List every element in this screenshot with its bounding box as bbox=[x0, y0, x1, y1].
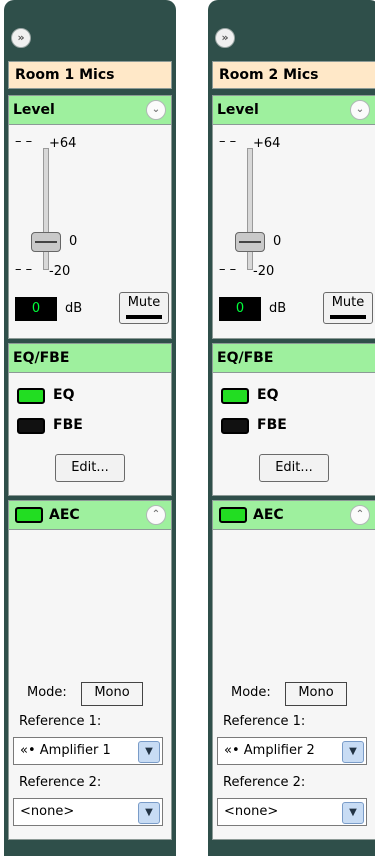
db-unit-label: dB bbox=[65, 301, 83, 316]
level-panel: Level ⌄ – – +64 0 – – -20 0 dB Mute bbox=[212, 95, 375, 339]
mute-button[interactable]: Mute bbox=[323, 292, 373, 324]
mute-button[interactable]: Mute bbox=[119, 292, 169, 324]
tick-mark-bottom: – – bbox=[219, 262, 237, 277]
level-header[interactable]: Level ⌄ bbox=[9, 96, 171, 125]
mode-selector[interactable]: Mono bbox=[285, 682, 347, 706]
aec-title: AEC bbox=[49, 507, 80, 523]
reference-1-text: Amplifier 1 bbox=[39, 743, 111, 758]
dropdown-arrow-icon[interactable]: ▼ bbox=[342, 741, 364, 763]
fader-handle[interactable] bbox=[31, 232, 61, 252]
tick-label-bottom: -20 bbox=[253, 264, 275, 279]
dropdown-arrow-icon[interactable]: ▼ bbox=[138, 741, 160, 763]
reference-1-value: «• Amplifier 2 bbox=[224, 743, 340, 758]
tick-mark-bottom: – – bbox=[15, 262, 33, 277]
collapse-down-icon[interactable]: ⌄ bbox=[350, 100, 370, 120]
eq-label: EQ bbox=[53, 387, 75, 403]
eq-fbe-title: EQ/FBE bbox=[217, 350, 274, 366]
aec-title: AEC bbox=[253, 507, 284, 523]
aec-panel: AEC ⌃ Mode: Mono Reference 1: «• Amplifi… bbox=[8, 500, 172, 840]
aec-toggle[interactable] bbox=[219, 507, 247, 523]
eq-toggle[interactable] bbox=[17, 388, 45, 404]
mute-label: Mute bbox=[331, 295, 365, 310]
eq-fbe-header: EQ/FBE bbox=[213, 344, 375, 373]
expand-icon[interactable]: » bbox=[11, 28, 31, 48]
level-readout[interactable]: 0 bbox=[219, 297, 261, 321]
speaker-icon: «• bbox=[224, 743, 240, 758]
aec-panel: AEC ⌃ Mode: Mono Reference 1: «• Amplifi… bbox=[212, 500, 375, 840]
reference-2-select[interactable]: <none> ▼ bbox=[13, 798, 163, 826]
reference-2-value: <none> bbox=[224, 804, 279, 819]
dropdown-arrow-icon[interactable]: ▼ bbox=[342, 802, 364, 824]
edit-button[interactable]: Edit... bbox=[55, 454, 125, 482]
aec-header[interactable]: AEC ⌃ bbox=[9, 501, 171, 530]
tick-label-mid: 0 bbox=[273, 234, 282, 249]
eq-toggle[interactable] bbox=[221, 388, 249, 404]
level-title: Level bbox=[13, 102, 55, 118]
aec-toggle[interactable] bbox=[15, 507, 43, 523]
mute-indicator bbox=[126, 315, 162, 319]
dropdown-arrow-icon[interactable]: ▼ bbox=[138, 802, 160, 824]
reference-2-value: <none> bbox=[20, 804, 75, 819]
channel-strip-room-1: » Room 1 Mics Level ⌄ – – +64 0 – – -20 … bbox=[4, 0, 176, 856]
reference-2-label: Reference 2: bbox=[19, 775, 102, 790]
reference-2-select[interactable]: <none> ▼ bbox=[217, 798, 367, 826]
reference-1-select[interactable]: «• Amplifier 1 ▼ bbox=[13, 737, 163, 765]
reference-1-label: Reference 1: bbox=[19, 714, 102, 729]
speaker-icon: «• bbox=[20, 743, 36, 758]
fbe-label: FBE bbox=[257, 417, 287, 433]
reference-1-text: Amplifier 2 bbox=[243, 743, 315, 758]
collapse-down-icon[interactable]: ⌄ bbox=[146, 100, 166, 120]
eq-label: EQ bbox=[257, 387, 279, 403]
mode-label: Mode: bbox=[27, 685, 67, 700]
eq-fbe-panel: EQ/FBE EQ FBE Edit... bbox=[8, 343, 172, 496]
tick-mark-top: – – bbox=[15, 134, 33, 149]
reference-1-value: «• Amplifier 1 bbox=[20, 743, 136, 758]
mute-indicator bbox=[330, 315, 366, 319]
edit-button[interactable]: Edit... bbox=[259, 454, 329, 482]
eq-fbe-panel: EQ/FBE EQ FBE Edit... bbox=[212, 343, 375, 496]
expand-icon[interactable]: » bbox=[215, 28, 235, 48]
tick-mark-top: – – bbox=[219, 134, 237, 149]
mode-selector[interactable]: Mono bbox=[81, 682, 143, 706]
eq-fbe-title: EQ/FBE bbox=[13, 350, 70, 366]
strip-name: Room 2 Mics bbox=[212, 61, 375, 89]
reference-1-label: Reference 1: bbox=[223, 714, 306, 729]
tick-label-top: +64 bbox=[49, 136, 77, 151]
tick-label-bottom: -20 bbox=[49, 264, 71, 279]
db-unit-label: dB bbox=[269, 301, 287, 316]
fader-handle[interactable] bbox=[235, 232, 265, 252]
fbe-toggle[interactable] bbox=[17, 418, 45, 434]
fbe-toggle[interactable] bbox=[221, 418, 249, 434]
tick-label-top: +64 bbox=[253, 136, 281, 151]
collapse-up-icon[interactable]: ⌃ bbox=[146, 505, 166, 525]
level-title: Level bbox=[217, 102, 259, 118]
mute-label: Mute bbox=[127, 295, 161, 310]
strip-name: Room 1 Mics bbox=[8, 61, 172, 89]
tick-label-mid: 0 bbox=[69, 234, 78, 249]
fbe-label: FBE bbox=[53, 417, 83, 433]
reference-2-label: Reference 2: bbox=[223, 775, 306, 790]
aec-header[interactable]: AEC ⌃ bbox=[213, 501, 375, 530]
eq-fbe-header: EQ/FBE bbox=[9, 344, 171, 373]
mode-label: Mode: bbox=[231, 685, 271, 700]
reference-1-select[interactable]: «• Amplifier 2 ▼ bbox=[217, 737, 367, 765]
collapse-up-icon[interactable]: ⌃ bbox=[350, 505, 370, 525]
level-panel: Level ⌄ – – +64 0 – – -20 0 dB Mute bbox=[8, 95, 172, 339]
level-header[interactable]: Level ⌄ bbox=[213, 96, 375, 125]
level-readout[interactable]: 0 bbox=[15, 297, 57, 321]
channel-strip-room-2: » Room 2 Mics Level ⌄ – – +64 0 – – -20 … bbox=[208, 0, 375, 856]
